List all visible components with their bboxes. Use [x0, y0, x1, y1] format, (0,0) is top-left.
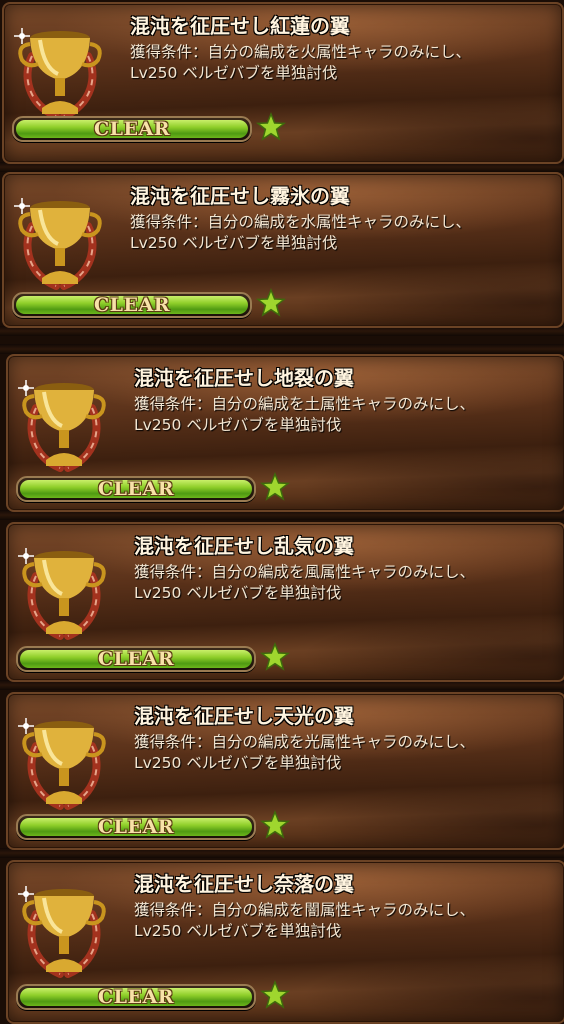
gold-trophy-icon — [18, 548, 106, 640]
star-icon — [260, 980, 290, 1009]
condition-line-2: Lv250 ベルゼバブを単独討伐 — [130, 64, 338, 82]
star-icon — [260, 810, 290, 839]
progress-bar: CLEAR — [16, 814, 256, 840]
condition-line-1: 獲得条件：自分の編成を光属性キャラのみにし、 — [134, 733, 476, 751]
achievement-title: 混沌を征圧せし奈落の翼 — [134, 872, 354, 896]
condition-line-2: Lv250 ベルゼバブを単独討伐 — [130, 234, 338, 252]
progress-bar: CLEAR — [16, 984, 256, 1010]
achievement-condition: 獲得条件：自分の編成を水属性キャラのみにし、 Lv250 ベルゼバブを単独討伐 — [130, 212, 471, 254]
condition-line-1: 獲得条件：自分の編成を土属性キャラのみにし、 — [134, 395, 476, 413]
achievement-condition: 獲得条件：自分の編成を闇属性キャラのみにし、 Lv250 ベルゼバブを単独討伐 — [134, 900, 475, 942]
condition-line-2: Lv250 ベルゼバブを単独討伐 — [134, 416, 342, 434]
progress-bar: CLEAR — [16, 646, 256, 672]
achievement-title: 混沌を征圧せし霧氷の翼 — [130, 184, 350, 208]
achievement-condition: 獲得条件：自分の編成を光属性キャラのみにし、 Lv250 ベルゼバブを単独討伐 — [134, 732, 475, 774]
clear-label: CLEAR — [94, 294, 170, 316]
achievement-condition: 獲得条件：自分の編成を土属性キャラのみにし、 Lv250 ベルゼバブを単独討伐 — [134, 394, 475, 436]
clear-label: CLEAR — [98, 478, 174, 500]
progress-bar: CLEAR — [12, 292, 252, 318]
gold-trophy-icon — [18, 718, 106, 810]
achievement-title: 混沌を征圧せし天光の翼 — [134, 704, 354, 728]
condition-line-1: 獲得条件：自分の編成を水属性キャラのみにし、 — [130, 213, 472, 231]
condition-line-2: Lv250 ベルゼバブを単独討伐 — [134, 584, 342, 602]
achievement-card[interactable]: 混沌を征圧せし天光の翼 獲得条件：自分の編成を光属性キャラのみにし、 Lv250… — [6, 692, 564, 850]
star-icon — [256, 288, 286, 317]
gold-trophy-icon — [14, 198, 102, 290]
condition-line-2: Lv250 ベルゼバブを単独討伐 — [134, 922, 342, 940]
achievement-card[interactable]: 混沌を征圧せし霧氷の翼 獲得条件：自分の編成を水属性キャラのみにし、 Lv250… — [2, 172, 564, 328]
progress-bar: CLEAR — [12, 116, 252, 142]
achievement-card[interactable]: 混沌を征圧せし乱気の翼 獲得条件：自分の編成を風属性キャラのみにし、 Lv250… — [6, 522, 564, 682]
gold-trophy-icon — [18, 886, 106, 978]
progress-bar: CLEAR — [16, 476, 256, 502]
achievement-title: 混沌を征圧せし地裂の翼 — [134, 366, 354, 390]
achievement-title: 混沌を征圧せし乱気の翼 — [134, 534, 354, 558]
gold-trophy-icon — [18, 380, 106, 472]
star-icon — [256, 112, 286, 141]
star-icon — [260, 472, 290, 501]
condition-line-1: 獲得条件：自分の編成を火属性キャラのみにし、 — [130, 43, 472, 61]
clear-label: CLEAR — [94, 118, 170, 140]
achievement-condition: 獲得条件：自分の編成を風属性キャラのみにし、 Lv250 ベルゼバブを単独討伐 — [134, 562, 475, 604]
achievement-card[interactable]: 混沌を征圧せし地裂の翼 獲得条件：自分の編成を土属性キャラのみにし、 Lv250… — [6, 354, 564, 512]
clear-label: CLEAR — [98, 648, 174, 670]
clear-label: CLEAR — [98, 986, 174, 1008]
condition-line-2: Lv250 ベルゼバブを単独討伐 — [134, 754, 342, 772]
condition-line-1: 獲得条件：自分の編成を風属性キャラのみにし、 — [134, 563, 476, 581]
condition-line-1: 獲得条件：自分の編成を闇属性キャラのみにし、 — [134, 901, 476, 919]
gold-trophy-icon — [14, 28, 102, 120]
achievement-title: 混沌を征圧せし紅蓮の翼 — [130, 14, 350, 38]
achievement-card[interactable]: 混沌を征圧せし紅蓮の翼 獲得条件：自分の編成を火属性キャラのみにし、 Lv250… — [2, 2, 564, 164]
clear-label: CLEAR — [98, 816, 174, 838]
star-icon — [260, 642, 290, 671]
achievement-card[interactable]: 混沌を征圧せし奈落の翼 獲得条件：自分の編成を闇属性キャラのみにし、 Lv250… — [6, 860, 564, 1024]
achievement-condition: 獲得条件：自分の編成を火属性キャラのみにし、 Lv250 ベルゼバブを単独討伐 — [130, 42, 471, 84]
